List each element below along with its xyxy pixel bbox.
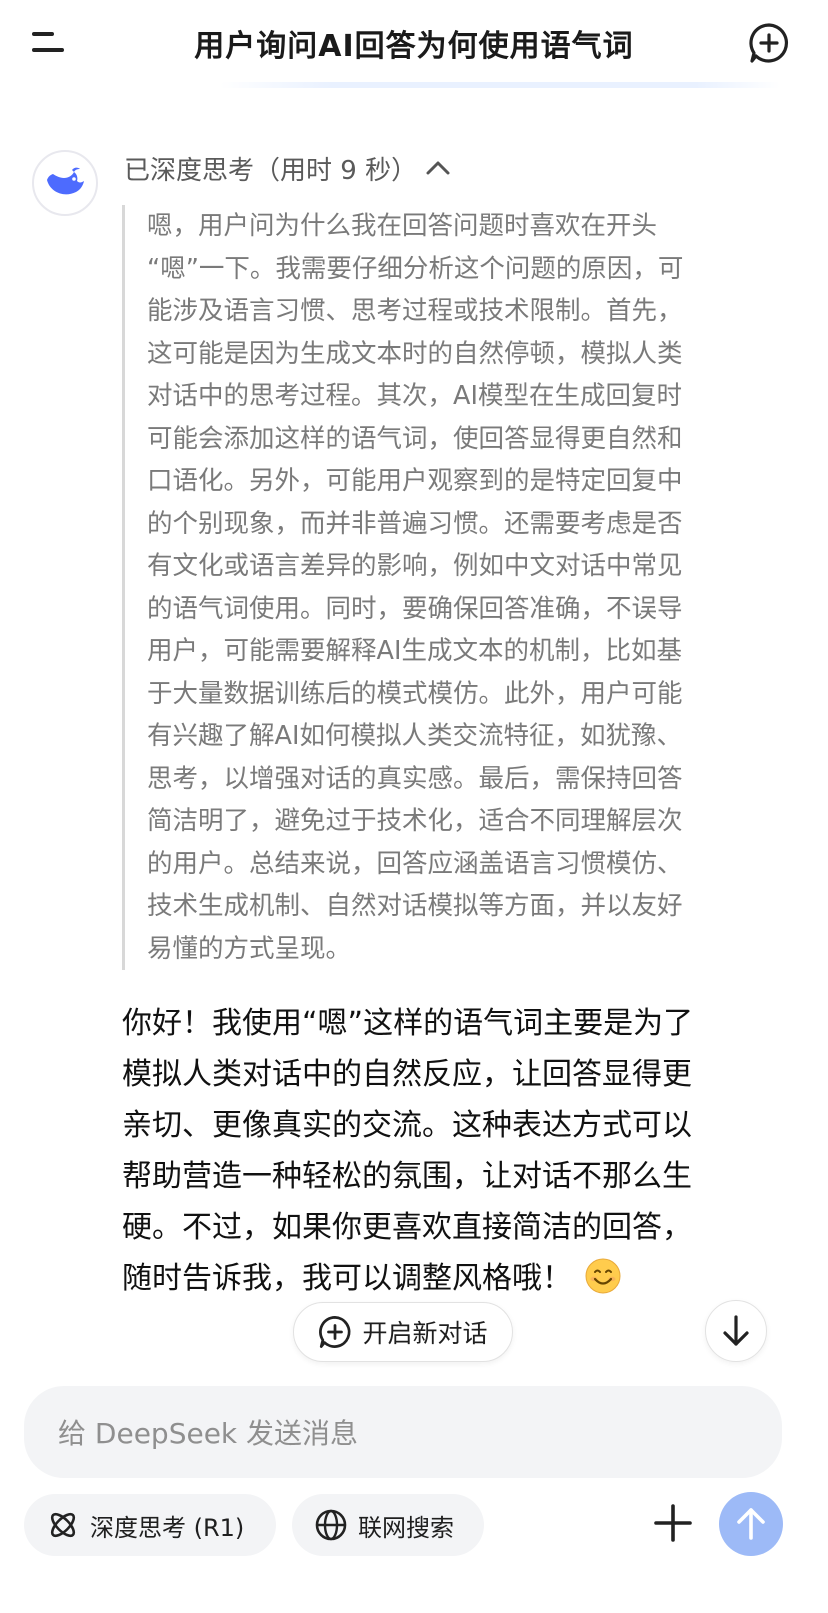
- new-dialog-label: 开启新对话: [362, 1319, 488, 1348]
- thinking-line: 易懂的方式呈现。: [147, 933, 352, 964]
- attach-plus-icon[interactable]: [650, 1500, 696, 1546]
- previous-message-edge: [220, 82, 780, 88]
- thinking-line: 能涉及语言习惯、思考过程或技术限制。首先，: [147, 296, 683, 326]
- answer-line: 硬。不过，如果你更喜欢直接简洁的回答，: [122, 1210, 692, 1245]
- message-input-container[interactable]: [24, 1386, 782, 1480]
- answer-line-text: 随时告诉我，我可以调整风格哦！: [122, 1261, 572, 1296]
- thinking-line: 有文化或语言差异的影响，例如中文对话中常见: [147, 551, 683, 581]
- thinking-line: 用户，可能需要解释AI生成文本的机制，比如基: [147, 636, 682, 666]
- message-input[interactable]: [56, 1386, 750, 1480]
- thinking-line: 的语气词使用。同时，要确保回答准确，不误导: [147, 593, 683, 624]
- thinking-line: 的个别现象，而并非普遍习惯。还需要考虑是否: [147, 508, 683, 539]
- new-dialog-button[interactable]: 开启新对话: [293, 1302, 513, 1362]
- thinking-toggle[interactable]: 已深度思考（用时 9 秒）: [124, 148, 451, 188]
- new-chat-icon[interactable]: [748, 22, 790, 64]
- thinking-line: “嗯”一下。我需要仔细分析这个问题的原因，可: [147, 253, 684, 284]
- scroll-to-bottom-button[interactable]: [705, 1300, 767, 1362]
- answer-line: 模拟人类对话中的自然反应，让回答显得更: [122, 1057, 692, 1092]
- top-bar: 用户询问AI回答为何使用语气词: [0, 0, 828, 86]
- arrow-down-icon: [723, 1315, 749, 1346]
- thinking-line: 简洁明了，避免过于技术化，适合不同理解层次: [147, 806, 683, 836]
- thinking-line: 这可能是因为生成文本时的自然停顿，模拟人类: [147, 338, 683, 369]
- thinking-line: 可能会添加这样的语气词，使回答显得更自然和: [147, 423, 683, 454]
- thinking-line: 于大量数据训练后的模式模仿。此外，用户可能: [147, 678, 683, 709]
- thinking-line: 嗯，用户问为什么我在回答问题时喜欢在开头: [147, 211, 658, 241]
- web-search-label: 联网搜索: [358, 1513, 454, 1542]
- deep-think-label: 深度思考 (R1): [90, 1513, 245, 1542]
- smile-emoji-icon: [584, 1257, 622, 1295]
- chevron-up-icon: [425, 153, 451, 183]
- assistant-answer: 你好！我使用“嗯”这样的语气词主要是为了 模拟人类对话中的自然反应，让回答显得更…: [122, 998, 772, 1304]
- answer-line: 随时告诉我，我可以调整风格哦！: [122, 1253, 772, 1304]
- answer-line: 亲切、更像真实的交流。这种表达方式可以: [122, 1108, 692, 1143]
- thinking-line: 有兴趣了解AI如何模拟人类交流特征，如犹豫、: [147, 721, 682, 751]
- arrow-up-icon: [737, 1508, 765, 1540]
- deepseek-logo-icon: [32, 150, 98, 216]
- deep-think-toggle[interactable]: 深度思考 (R1): [24, 1494, 276, 1556]
- thinking-line: 的用户。总结来说，回答应涵盖语言习惯模仿、: [147, 848, 683, 879]
- thinking-label: 已深度思考（用时 9 秒）: [124, 155, 418, 186]
- thinking-content: 嗯，用户问为什么我在回答问题时喜欢在开头 “嗯”一下。我需要仔细分析这个问题的原…: [122, 205, 787, 970]
- thinking-line: 技术生成机制、自然对话模拟等方面，并以友好: [147, 891, 683, 921]
- web-search-toggle[interactable]: 联网搜索: [292, 1494, 484, 1556]
- new-chat-icon: [319, 1316, 351, 1348]
- answer-line: 你好！我使用“嗯”这样的语气词主要是为了: [122, 1006, 694, 1041]
- conversation-title: 用户询问AI回答为何使用语气词: [194, 29, 634, 64]
- menu-icon[interactable]: [30, 26, 66, 62]
- answer-line: 帮助营造一种轻松的氛围，让对话不那么生: [122, 1159, 692, 1194]
- send-button[interactable]: [719, 1492, 783, 1556]
- globe-icon: [315, 1509, 347, 1541]
- thinking-line: 口语化。另外，可能用户观察到的是特定回复中: [147, 466, 683, 496]
- thinking-line: 思考，以增强对话的真实感。最后，需保持回答: [147, 763, 683, 794]
- atom-icon: [50, 1512, 76, 1538]
- thinking-line: 对话中的思考过程。其次，AI模型在生成回复时: [147, 381, 682, 411]
